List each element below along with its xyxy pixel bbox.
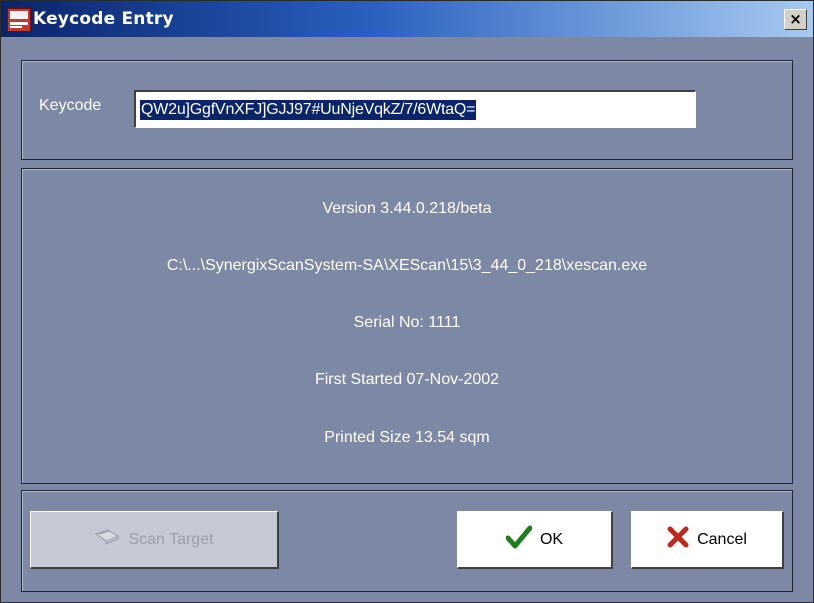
keycode-entry-dialog: Keycode Entry × Keycode QW2u]GgfVnXFJ]GJ… [0,0,814,603]
first-started-text: First Started 07-Nov-2002 [314,371,500,388]
keycode-input[interactable]: QW2u]GgfVnXFJ]GJJ97#UuNjeVqkZ/7/6WtaQ= [134,90,696,128]
keycode-value: QW2u]GgfVnXFJ]GJJ97#UuNjeVqkZ/7/6WtaQ= [140,100,477,120]
serial-text: Serial No: 1111 [353,314,461,331]
cancel-button[interactable]: Cancel [631,511,784,569]
version-text: Version 3.44.0.218/beta [322,200,492,217]
window-title: Keycode Entry [33,9,174,29]
scan-target-button[interactable]: Scan Target [30,511,279,569]
path-text: C:\...\SynergixScanSystem-SA\XEScan\15\3… [166,257,648,274]
printed-size-text: Printed Size 13.54 sqm [324,429,490,446]
ok-button[interactable]: OK [457,511,613,569]
scanner-icon [94,528,120,551]
cross-icon [667,526,689,553]
close-button[interactable]: × [784,9,807,30]
checkmark-icon [505,525,533,554]
info-group: Version 3.44.0.218/beta C:\...\SynergixS… [21,168,793,484]
app-icon [7,8,31,32]
cancel-label: Cancel [697,530,747,548]
scan-target-label: Scan Target [128,530,214,548]
keycode-group: Keycode QW2u]GgfVnXFJ]GJJ97#UuNjeVqkZ/7/… [21,60,793,160]
button-group: Scan Target OK Cancel [21,490,793,592]
ok-label: OK [539,530,564,548]
keycode-label: Keycode [39,97,102,114]
title-bar[interactable]: Keycode Entry × [1,1,813,37]
